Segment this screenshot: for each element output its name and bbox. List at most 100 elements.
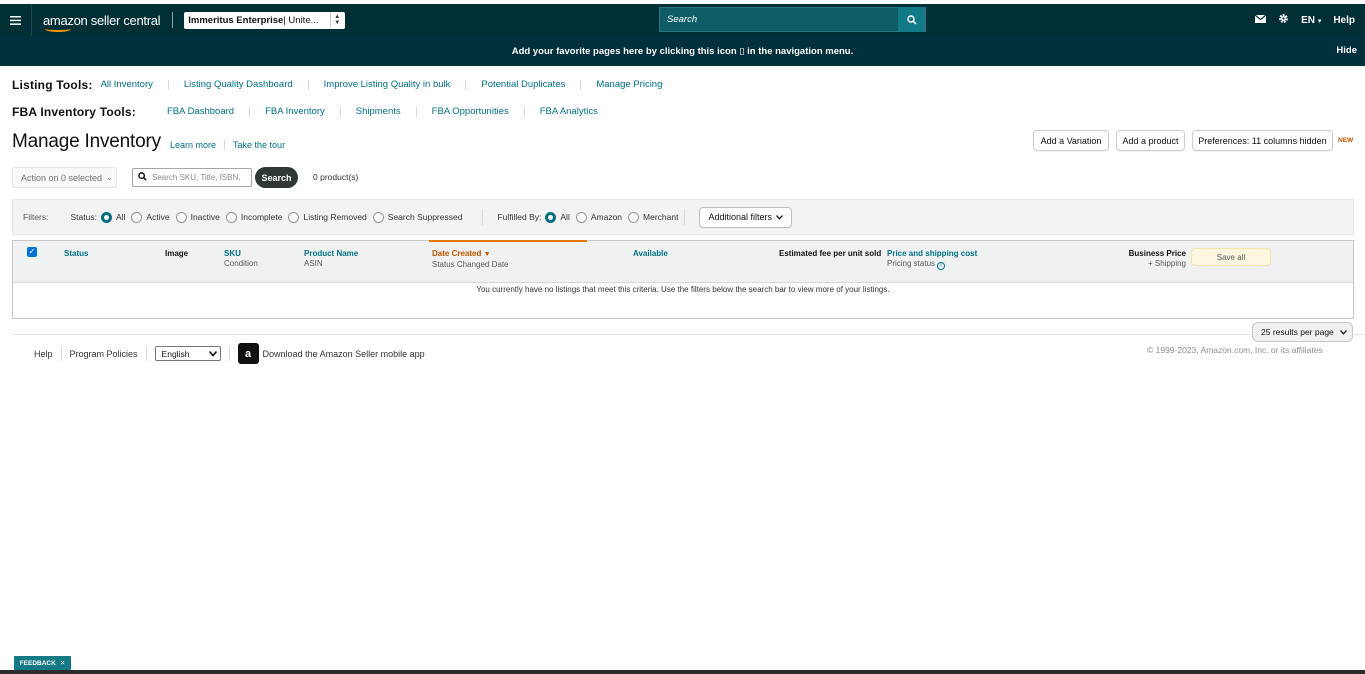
sku-search-input[interactable]: Search SKU, Title, ISBN, (132, 168, 252, 187)
column-label: Business Price (1128, 249, 1186, 258)
menu-icon[interactable] (0, 4, 32, 36)
fulfilled-radio-all[interactable]: All (545, 211, 570, 223)
chevron-down-icon: ⌄ (106, 173, 113, 182)
global-search[interactable]: Search (659, 7, 926, 32)
close-icon[interactable]: ✕ (60, 659, 65, 667)
top-right-controls: EN ▾ Help (1254, 4, 1355, 36)
divider (224, 140, 226, 150)
link-fba-opportunities[interactable]: FBA Opportunities (415, 107, 524, 117)
mail-icon[interactable] (1254, 14, 1267, 26)
column-price[interactable]: Price and shipping cost Pricing status i (887, 249, 977, 270)
link-manage-pricing[interactable]: Manage Pricing (580, 80, 677, 90)
footer-program-policies-link[interactable]: Program Policies (70, 349, 138, 359)
account-switcher[interactable]: Immeritus Enterprise | Unite... ▲ ▼ (184, 11, 346, 29)
link-potential-duplicates[interactable]: Potential Duplicates (465, 80, 580, 90)
status-filter-label: Status: (70, 212, 97, 222)
footer: Help Program Policies English a Download… (34, 343, 425, 364)
learn-more-link[interactable]: Learn more (170, 140, 216, 150)
add-product-button[interactable]: Add a product (1116, 130, 1185, 151)
language-value: English (161, 348, 190, 359)
chevron-down-icon (776, 212, 783, 222)
language-selector[interactable]: EN ▾ (1301, 15, 1321, 26)
column-date-created[interactable]: Date Created ▼ Status Changed Date (432, 249, 509, 270)
column-estimated-fee: Estimated fee per unit sold (779, 249, 881, 259)
results-per-page-select[interactable]: 25 results per page (1252, 322, 1353, 342)
radio-label: Inactive (190, 212, 220, 222)
sort-indicator (429, 240, 587, 242)
bulk-action-select[interactable]: Action on 0 selected ⌄ (12, 167, 117, 188)
pricing-status-label: Pricing status (887, 259, 936, 268)
fulfilled-radio-amazon[interactable]: Amazon (575, 211, 622, 223)
select-all-checkbox[interactable]: ✓ (27, 247, 37, 257)
seller-central-logo[interactable]: amazon seller central (43, 13, 161, 32)
column-product-name[interactable]: Product Name ASIN (304, 249, 358, 269)
status-radio-active[interactable]: Active (131, 211, 170, 223)
status-radio-inactive[interactable]: Inactive (175, 211, 220, 223)
download-app-link[interactable]: Download the Amazon Seller mobile app (263, 349, 425, 359)
info-icon[interactable]: i (937, 262, 946, 270)
link-improve-listing-quality[interactable]: Improve Listing Quality in bulk (307, 80, 466, 90)
link-shipments[interactable]: Shipments (339, 107, 416, 117)
link-fba-analytics[interactable]: FBA Analytics (523, 107, 613, 117)
new-badge: NEW (1338, 137, 1354, 144)
divider (172, 12, 174, 28)
column-available[interactable]: Available (633, 249, 668, 259)
column-sku[interactable]: SKU Condition (224, 249, 258, 269)
fba-tools-row: FBA Inventory Tools: FBA Dashboard FBA I… (12, 105, 613, 119)
divider (684, 209, 686, 225)
sort-desc-icon: ▼ (483, 251, 491, 258)
empty-table-message: You currently have no listings that meet… (476, 285, 890, 294)
column-sublabel: Status Changed Date (432, 260, 509, 269)
status-radio-listing-removed[interactable]: Listing Removed (288, 211, 367, 223)
filters-label: Filters: (23, 212, 49, 222)
title-links: Learn more Take the tour (170, 140, 285, 150)
save-all-button[interactable]: Save all (1191, 248, 1271, 266)
column-business-price: Business Price + Shipping (1123, 249, 1186, 269)
page-title: Manage Inventory (12, 131, 161, 152)
search-button[interactable]: Search (255, 167, 298, 188)
status-radio-incomplete[interactable]: Incomplete (225, 211, 283, 223)
radio-selected-icon (100, 211, 112, 223)
listing-tools-row: Listing Tools: All Inventory Listing Qua… (12, 78, 677, 92)
gear-icon[interactable] (1278, 13, 1289, 27)
link-all-inventory[interactable]: All Inventory (101, 80, 168, 90)
take-tour-link[interactable]: Take the tour (233, 140, 285, 150)
hide-hint-button[interactable]: Hide (1336, 45, 1357, 56)
product-count: 0 product(s) (313, 172, 359, 182)
radio-label: Incomplete (240, 212, 283, 222)
column-label: Date Created (432, 249, 482, 258)
top-navigation-bar: amazon seller central Immeritus Enterpri… (0, 4, 1365, 36)
add-variation-button[interactable]: Add a Variation (1033, 130, 1109, 151)
table-header: ✓ Status Image SKU Condition Product Name… (13, 240, 1353, 283)
radio-selected-icon (545, 211, 557, 223)
additional-filters-button[interactable]: Additional filters (699, 206, 793, 228)
radio-icon (372, 211, 384, 223)
feedback-button[interactable]: FEEDBACK ✕ (14, 656, 71, 670)
global-search-input[interactable]: Search (660, 14, 898, 25)
column-status[interactable]: Status (64, 249, 88, 259)
seller-app-icon[interactable]: a (237, 343, 259, 364)
status-radio-search-suppressed[interactable]: Search Suppressed (372, 211, 463, 223)
search-icon[interactable] (898, 7, 925, 32)
language-label: EN (1301, 14, 1316, 26)
feedback-label: FEEDBACK (19, 659, 56, 667)
divider (482, 209, 484, 225)
link-fba-inventory[interactable]: FBA Inventory (249, 107, 340, 117)
divider (60, 346, 62, 361)
radio-label: Search Suppressed (387, 212, 463, 222)
footer-help-link[interactable]: Help (34, 349, 53, 359)
status-radio-all[interactable]: All (100, 211, 125, 223)
help-link[interactable]: Help (1333, 15, 1355, 26)
preferences-button[interactable]: Preferences: 11 columns hidden (1192, 130, 1333, 151)
inventory-table: ✓ Status Image SKU Condition Product Name… (12, 240, 1354, 319)
link-fba-dashboard[interactable]: FBA Dashboard (167, 107, 249, 117)
footer-language-select[interactable]: English (154, 346, 221, 361)
link-listing-quality-dashboard[interactable]: Listing Quality Dashboard (167, 80, 308, 90)
fulfilled-radio-merchant[interactable]: Merchant (628, 211, 678, 223)
column-sublabel: ASIN (304, 259, 323, 268)
fba-tools-label: FBA Inventory Tools: (12, 105, 136, 119)
column-label: Price and shipping cost (887, 249, 978, 258)
column-label: Available (633, 249, 668, 258)
caret-down-icon: ▾ (1317, 17, 1322, 25)
radio-icon (131, 211, 143, 223)
